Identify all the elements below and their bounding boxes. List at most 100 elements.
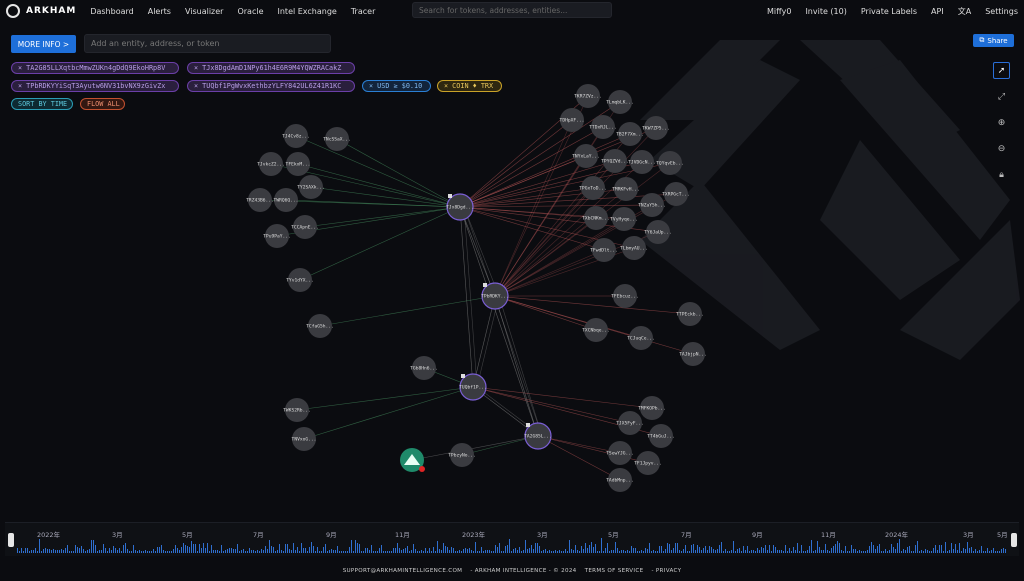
address-node[interactable]: TT4bGuJ... <box>647 424 675 448</box>
address-node[interactable]: TFEbcuz... <box>611 284 639 308</box>
transfer-edge[interactable] <box>494 249 605 297</box>
transfer-edge[interactable] <box>494 295 691 315</box>
address-node[interactable]: TJ4Cv8z... <box>282 124 310 148</box>
transfer-edge[interactable] <box>472 295 496 388</box>
address-node[interactable]: TWRQ6Q... <box>274 188 299 212</box>
address-node[interactable]: TCfaG5h... <box>306 314 334 338</box>
user-menu[interactable]: Miffy0 <box>767 7 791 16</box>
address-node[interactable]: TCJuqCe... <box>627 326 655 350</box>
address-node[interactable]: TY2SAXk... <box>297 175 325 199</box>
tracked-address-node[interactable]: TJx8Dgd... <box>446 193 474 221</box>
tracked-address-node[interactable]: TA2G85L... <box>524 422 552 450</box>
address-node[interactable]: TFwdDlt... <box>590 238 618 262</box>
api-link[interactable]: API <box>931 7 944 16</box>
address-node[interactable]: TLmqbLK... <box>606 90 634 114</box>
transfer-edge[interactable] <box>476 295 500 388</box>
settings-link[interactable]: Settings <box>985 7 1018 16</box>
address-node[interactable]: TJX5FyF... <box>616 411 644 435</box>
timeline-scrubber[interactable]: 2022年 3月 5月 7月 9月 11月 2023年 3月 5月 7月 9月 … <box>5 522 1019 556</box>
address-node[interactable]: TYv1dYX... <box>286 268 314 292</box>
address-node[interactable]: TGb8Hn6... <box>410 356 438 380</box>
nav-dashboard[interactable]: Dashboard <box>90 7 133 16</box>
sort-by-time-toggle[interactable]: SORT BY TIME <box>11 98 73 110</box>
zoom-in-icon[interactable]: ⊕ <box>993 114 1010 131</box>
transfer-edge[interactable] <box>295 135 461 208</box>
address-node[interactable]: TSewYJG... <box>606 441 634 465</box>
transfer-edge[interactable] <box>299 206 461 281</box>
entity-graph-canvas[interactable]: TJ4Cv8z... TNcSSaX... TJvkcZ2... TFEkxM... T… <box>0 0 1024 520</box>
transfer-edge[interactable] <box>296 386 474 411</box>
address-node[interactable]: TNYxLaY... <box>572 144 600 168</box>
exchange-logo-icon[interactable] <box>400 448 425 472</box>
flow-all-toggle[interactable]: FLOW ALL <box>80 98 125 110</box>
address-node[interactable]: TJvkcZ2... <box>257 152 285 176</box>
address-node[interactable]: TTDxRJL... <box>589 115 617 139</box>
filter-chip-coin[interactable]: × COIN ♦ TRX <box>437 80 502 92</box>
address-node[interactable]: TNVxoG... <box>292 427 317 451</box>
address-node[interactable]: TRZ43B6... <box>246 188 274 212</box>
transfer-edge[interactable] <box>494 295 597 331</box>
filter-chip-address[interactable]: × TPbRDKYYiSqT3Ayutw6NV31bvNX9zGivZx <box>11 80 179 92</box>
transfer-edge[interactable] <box>336 138 461 208</box>
terms-link[interactable]: TERMS OF SERVICE <box>585 568 644 574</box>
transfer-edge[interactable] <box>319 295 496 327</box>
address-node[interactable]: TAdbMnp... <box>606 468 634 492</box>
private-labels-link[interactable]: Private Labels <box>861 7 917 16</box>
transfer-edge[interactable] <box>498 295 543 437</box>
nav-visualizer[interactable]: Visualizer <box>185 7 224 16</box>
tracked-address-node[interactable]: TUQbf1P... <box>459 373 487 401</box>
address-node[interactable]: TNcSSaX... <box>323 127 351 151</box>
node-label: TNZaY5h... <box>638 203 666 209</box>
address-node[interactable]: TPbzyNo... <box>448 443 476 467</box>
address-node[interactable]: TVyHyqe... <box>610 207 638 231</box>
transfer-edge[interactable] <box>494 119 573 297</box>
transfer-edge[interactable] <box>304 206 461 228</box>
address-node[interactable]: TMFKOPb... <box>638 396 666 420</box>
add-entity-input[interactable] <box>84 34 331 53</box>
lock-icon[interactable]: 🔒︎ <box>993 166 1010 183</box>
nav-tracer[interactable]: Tracer <box>351 7 376 16</box>
global-search-input[interactable] <box>412 2 612 18</box>
address-node[interactable]: TTPEckb... <box>676 302 704 326</box>
translate-icon[interactable]: 文A <box>958 6 971 17</box>
nav-oracle[interactable]: Oracle <box>237 7 263 16</box>
fit-view-icon[interactable]: ⤢ <box>993 88 1010 105</box>
filter-chip-address[interactable]: × TJx8DgdAmD1NPy61h4E6R9M4YQWZRACakZ <box>187 62 355 74</box>
timeline-bar <box>813 551 814 553</box>
transfer-edge[interactable] <box>459 206 474 388</box>
privacy-link[interactable]: - PRIVACY <box>651 568 681 574</box>
zoom-out-icon[interactable]: ⊖ <box>993 140 1010 157</box>
tracked-address-node[interactable]: TPbRDKY... <box>481 282 509 310</box>
nav-intel-exchange[interactable]: Intel Exchange <box>278 7 337 16</box>
support-email-link[interactable]: SUPPORT@ARKHAMINTELLIGENCE.COM <box>343 568 463 574</box>
transfer-edge[interactable] <box>537 435 649 464</box>
transfer-edge[interactable] <box>472 386 653 409</box>
transfer-edge[interactable] <box>459 155 587 208</box>
pointer-tool-icon[interactable]: ➚ <box>993 62 1010 79</box>
transfer-edge[interactable] <box>494 295 539 437</box>
filter-chip-address[interactable]: × TUQbf1PgWvxKethbzYLFY842UL6Z41R1KC <box>187 80 355 92</box>
timeline-bar <box>785 545 786 553</box>
filter-chip-address[interactable]: × TA2G85LLXqtbcMmwZUKn4gDdQ9EkoHRp8V <box>11 62 179 74</box>
address-node[interactable]: TXCNbqe... <box>582 318 610 342</box>
address-node[interactable]: TJVDGcN... <box>628 150 656 174</box>
arkham-logo[interactable]: ARKHAM <box>0 4 76 18</box>
nav-alerts[interactable]: Alerts <box>148 7 171 16</box>
transfer-edge[interactable] <box>459 119 573 208</box>
transfer-edge[interactable] <box>303 386 474 440</box>
invite-link[interactable]: Invite (10) <box>805 7 846 16</box>
transfer-edge[interactable] <box>494 217 597 297</box>
address-node[interactable]: TCCApnE... <box>291 215 319 239</box>
filter-chip-usd[interactable]: × USD ≥ $0.10 <box>362 80 431 92</box>
share-button[interactable]: ⧉ Share <box>973 34 1014 47</box>
address-node[interactable]: TWKS2Rb... <box>283 398 311 422</box>
transfer-edge[interactable] <box>459 206 539 437</box>
address-node[interactable]: TAJbjpN... <box>679 342 707 366</box>
timeline-start-handle[interactable] <box>8 533 14 547</box>
more-info-button[interactable]: MORE INFO > <box>11 35 76 53</box>
address-node[interactable]: TF1Jpyv... <box>634 451 662 475</box>
address-node[interactable]: TPYQZVd... <box>601 149 629 173</box>
address-node[interactable]: TPu9PaY... <box>263 224 291 248</box>
timeline-end-handle[interactable] <box>1011 533 1017 547</box>
transfer-edge[interactable] <box>537 435 621 481</box>
